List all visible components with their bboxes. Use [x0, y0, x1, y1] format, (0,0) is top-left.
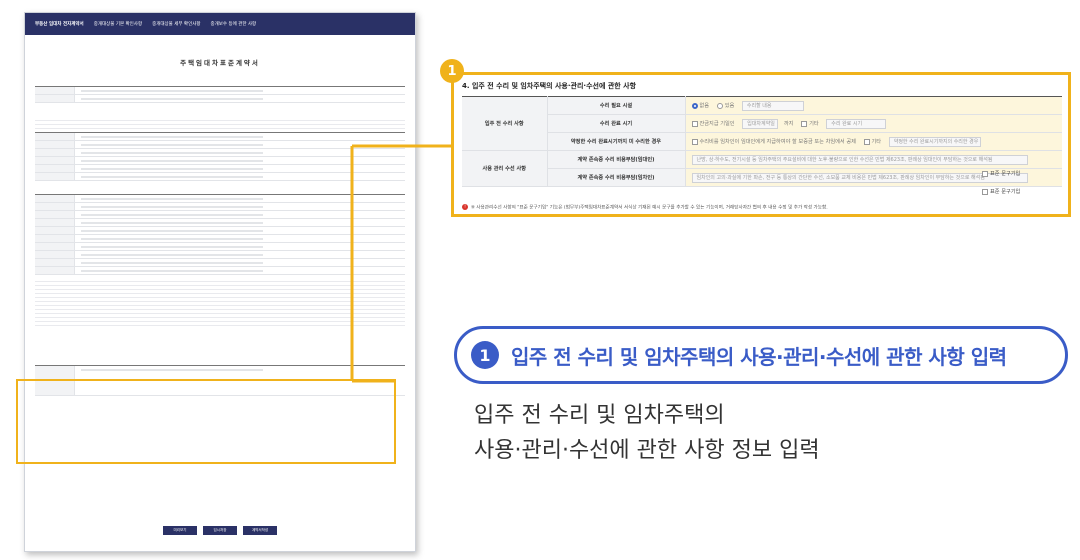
thumbnail-section-3: [35, 187, 415, 192]
landlord-standard-checkbox[interactable]: [982, 170, 988, 177]
thumbnail-highlight-box: [16, 379, 396, 464]
callout-number: 1: [471, 341, 499, 369]
balance-date-label: 잔금지급 기일인: [699, 121, 735, 127]
row-content-completion-time: 잔금지급 기일인 입대차계약일 까지 기타 수리 완료 시기: [685, 114, 1062, 133]
row-content-landlord-cost: 난방, 상·하수도, 전기시설 등 임차주택의 주요설비에 대한 노후·불량으로…: [685, 150, 1062, 169]
thumbnail-tab-contract[interactable]: 부동산 임대차 전자계약서: [35, 21, 84, 27]
write-contract-button[interactable]: 계약서작성: [243, 526, 277, 535]
radio-yes[interactable]: [716, 102, 723, 109]
description: 입주 전 수리 및 임차주택의 사용·관리·수선에 관한 사항 정보 입력: [474, 398, 820, 468]
footnote-text: ※ 사용관리수선 사항의 "표준 문구기입" 기능은 (법무부)주택임대차표준계…: [471, 205, 828, 211]
thumbnail-tab-basic[interactable]: 중개대상물 기본 확인사항: [94, 21, 142, 27]
radio-none-label: 없음: [699, 103, 710, 109]
step-badge: 1: [440, 59, 464, 83]
deduct-checkbox[interactable]: [691, 138, 698, 145]
deduct-label: 수리비를 임차인이 임대인에게 지급하여야 할 보증금 또는 차임에서 공제: [699, 139, 856, 145]
group-use-management: 사용 관리 수선 사항: [462, 150, 548, 187]
row-label-completion-time: 수리 완료 시기: [547, 114, 686, 133]
etc-label: 기타: [809, 121, 819, 127]
tenant-standard-label: 표준 문구기입: [990, 189, 1021, 195]
row-content-unrepaired: 수리비를 임차인이 임대인에게 지급하여야 할 보증금 또는 차임에서 공제 기…: [685, 132, 1062, 151]
description-line-1: 입주 전 수리 및 임차주택의: [474, 403, 725, 428]
thumbnail-tab-detail[interactable]: 중개대상물 세부 확인사항: [152, 21, 200, 27]
row-label-landlord-cost: 계약 존속중 수리 비용부담(임대인): [547, 150, 686, 169]
thumbnail-section-5: [35, 358, 415, 363]
row-label-tenant-cost: 계약 존속중 수리 비용부담(임차인): [547, 168, 686, 187]
footnote: ! ※ 사용관리수선 사항의 "표준 문구기입" 기능은 (법무부)주택임대차표준…: [462, 204, 828, 211]
thumbnail-special-terms: [35, 278, 405, 328]
until-label: 까지: [783, 121, 794, 127]
thumbnail-notice: [35, 117, 405, 129]
callout-text: 입주 전 수리 및 임차주택의 사용·관리·수선에 관한 사항 입력: [511, 344, 1007, 369]
repair-content-input[interactable]: 수리할 내용: [741, 100, 804, 111]
table-row: 약정한 수리 완료시기까지 미 수리한 경우 수리비를 임차인이 임대인에게 지…: [462, 132, 1062, 151]
unrepaired-etc-checkbox[interactable]: [863, 138, 870, 145]
thumbnail-form-title: 주택임대차표준계약서: [180, 59, 260, 67]
table-row: 입주 전 수리 사항 수리 필요 시설 없음 있음 수리할 내용: [462, 96, 1062, 151]
tenant-standard-phrase: 표준 문구기입: [982, 188, 1020, 195]
thumbnail-section-2: [35, 109, 415, 114]
landlord-standard-phrase: 표준 문구기입: [982, 170, 1020, 177]
zoomed-section-panel: 4. 입주 전 수리 및 임차주택의 사용·관리·수선에 관한 사항 입주 전 …: [451, 72, 1071, 217]
table-row: 계약 존속중 수리 비용부담(임차인) 임차인의 고의·과실에 기한 파손, 전…: [462, 168, 1062, 187]
description-line-2: 사용·관리·수선에 관한 사항 정보 입력: [474, 438, 820, 463]
table-row: 사용 관리 수선 사항 계약 존속중 수리 비용부담(임대인) 난방, 상·하수…: [462, 150, 1062, 187]
group-before-move-in: 입주 전 수리 사항: [462, 96, 548, 151]
landlord-standard-label: 표준 문구기입: [990, 171, 1021, 177]
thumbnail-tab-bar: 부동산 임대차 전자계약서 중개대상물 기본 확인사항 중개대상물 세부 확인사…: [25, 13, 415, 35]
etc-checkbox[interactable]: [801, 120, 808, 127]
table-row: 수리 완료 시기 잔금지급 기일인 입대차계약일 까지 기타 수리 완료 시기: [462, 114, 1062, 133]
temp-save-button[interactable]: 임시저장: [203, 526, 237, 535]
completion-time-input[interactable]: 수리 완료 시기: [826, 118, 887, 129]
thumbnail-table-2: [35, 132, 405, 181]
preview-button[interactable]: 미리보기: [163, 526, 197, 535]
unrepaired-etc-label: 기타: [871, 139, 882, 145]
thumbnail-table-3: [35, 194, 405, 275]
thumbnail-action-buttons: 미리보기 임시저장 계약서작성: [25, 526, 415, 535]
landlord-cost-input[interactable]: 난방, 상·하수도, 전기시설 등 임차주택의 주요설비에 대한 노후·불량으로…: [691, 154, 1028, 165]
step-callout: 1 입주 전 수리 및 임차주택의 사용·관리·수선에 관한 사항 입력: [454, 326, 1068, 384]
row-label-repair-facility: 수리 필요 시설: [547, 96, 686, 115]
info-icon: !: [462, 204, 468, 210]
thumbnail-tab-fee[interactable]: 중개보수 등에 관한 사항: [211, 21, 257, 27]
tenant-cost-input[interactable]: 임차인의 고의·과실에 기한 파손, 전구 등 통상의 간단한 수선, 소모품 …: [691, 172, 1028, 183]
contract-date-input[interactable]: 입대차계약일: [742, 118, 779, 129]
repair-table: 입주 전 수리 사항 수리 필요 시설 없음 있음 수리할 내용 수리 완료 시…: [462, 96, 1062, 187]
tenant-standard-checkbox[interactable]: [982, 188, 988, 195]
unrepaired-input[interactable]: 약정한 수리 완료시기까지의 수리한 경우: [888, 136, 981, 147]
thumbnail-form-subtitle: [25, 69, 415, 73]
thumbnail-section-1: [35, 79, 415, 84]
row-content-repair-facility: 없음 있음 수리할 내용: [685, 96, 1062, 115]
radio-yes-label: 있음: [724, 103, 735, 109]
form-thumbnail: 부동산 임대차 전자계약서 중개대상물 기본 확인사항 중개대상물 세부 확인사…: [24, 12, 416, 552]
row-label-unrepaired: 약정한 수리 완료시기까지 미 수리한 경우: [547, 132, 686, 151]
balance-date-checkbox[interactable]: [691, 120, 698, 127]
thumbnail-table-1: [35, 86, 405, 103]
radio-none[interactable]: [691, 102, 698, 109]
section-title: 4. 입주 전 수리 및 임차주택의 사용·관리·수선에 관한 사항: [462, 82, 637, 90]
